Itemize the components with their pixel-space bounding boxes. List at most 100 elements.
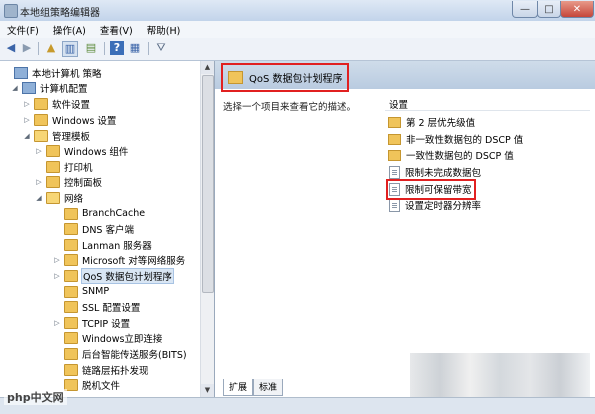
app-icon	[4, 4, 18, 18]
tree-item-label: Microsoft 对等网络服务	[82, 255, 186, 267]
setting-highlight	[386, 179, 476, 200]
tree-item-windows-components[interactable]: ▷ Windows 组件	[34, 143, 128, 158]
scroll-up-arrow-icon[interactable]: ▲	[201, 61, 214, 74]
policy-icon	[389, 198, 400, 212]
collapse-triangle-icon[interactable]: ◢	[22, 132, 32, 140]
tree-item-windows-connect-now[interactable]: Windows立即连接	[52, 330, 162, 345]
folder-icon	[64, 269, 78, 282]
tree-item-label: TCPIP 设置	[82, 318, 131, 330]
forward-arrow-icon[interactable]: ▶	[20, 41, 34, 55]
open-folder-icon	[34, 129, 48, 142]
window-title: 本地组策略编辑器	[20, 8, 100, 19]
tree-item-label: Windows 设置	[52, 115, 117, 127]
column-header-label: 设置	[389, 100, 409, 111]
tree-item-computer-config[interactable]: ◢ 计算机配置	[10, 80, 88, 95]
expand-triangle-icon[interactable]: ▷	[22, 116, 32, 124]
folder-icon	[64, 347, 78, 360]
setting-row[interactable]: 第 2 层优先级值	[385, 114, 475, 130]
tree-item-control-panel[interactable]: ▷ 控制面板	[34, 174, 102, 189]
expand-triangle-icon[interactable]: ▷	[34, 178, 44, 186]
folder-icon	[388, 116, 401, 128]
menu-view[interactable]: 查看(V)	[93, 23, 140, 37]
expand-triangle-icon[interactable]: ▷	[52, 256, 62, 264]
scroll-down-arrow-icon[interactable]: ▼	[201, 384, 214, 397]
up-folder-icon[interactable]: ▲	[44, 41, 58, 55]
folder-icon	[64, 331, 78, 344]
tab-standard[interactable]: 标准	[253, 379, 284, 396]
tree-item-bits[interactable]: 后台智能传送服务(BITS)	[52, 346, 187, 361]
folder-icon	[64, 363, 78, 376]
setting-label: 限制未完成数据包	[405, 168, 482, 179]
tree-item-lanman-server[interactable]: Lanman 服务器	[52, 237, 152, 252]
tree-item-dns-client[interactable]: DNS 客户端	[52, 221, 134, 236]
properties-icon[interactable]: ▦	[128, 41, 142, 55]
tree-item-admin-templates[interactable]: ◢ 管理模板	[22, 128, 90, 143]
tree-item-label: 脱机文件	[82, 380, 121, 392]
tree-item-label: 后台智能传送服务(BITS)	[82, 349, 187, 361]
toolbar: ◀ ▶ ▲ ▥ ▤ ? ▦ ⛛	[0, 38, 595, 61]
setting-row[interactable]: 限制未完成数据包	[385, 164, 481, 180]
tree-item-branchcache[interactable]: BranchCache	[52, 206, 145, 221]
tree-item-snmp[interactable]: SNMP	[52, 284, 109, 299]
menu-help[interactable]: 帮助(H)	[140, 23, 188, 37]
folder-icon	[34, 97, 48, 110]
tree-item-network[interactable]: ◢ 网络	[34, 190, 83, 205]
filter-icon[interactable]: ⛛	[154, 41, 168, 55]
help-icon[interactable]: ?	[110, 41, 124, 55]
folder-icon	[388, 149, 401, 161]
description-text: 选择一个项目来查看它的描述。	[223, 102, 357, 113]
tab-extended[interactable]: 扩展	[223, 379, 254, 396]
tree-item-label: 管理模板	[52, 131, 91, 143]
collapse-triangle-icon[interactable]: ◢	[10, 84, 20, 92]
setting-label: 非一致性数据包的 DSCP 值	[406, 135, 524, 146]
expand-triangle-icon[interactable]: ▷	[52, 272, 62, 280]
collapse-triangle-icon[interactable]: ◢	[34, 194, 44, 202]
toolbar-separator	[104, 42, 105, 55]
folder-icon	[64, 253, 78, 266]
expand-triangle-icon[interactable]: ▷	[22, 100, 32, 108]
status-bar	[0, 397, 595, 414]
tree-item-link-layer[interactable]: 链路层拓扑发现	[52, 362, 149, 377]
tree-item-peer-networking[interactable]: ▷ Microsoft 对等网络服务	[52, 252, 185, 267]
back-arrow-icon[interactable]: ◀	[4, 41, 18, 55]
folder-icon	[46, 144, 60, 157]
header-title: QoS 数据包计划程序	[249, 74, 343, 85]
export-list-icon[interactable]: ▤	[84, 41, 98, 55]
tree-item-label: 打印机	[64, 162, 93, 174]
setting-label: 第 2 层优先级值	[406, 118, 476, 129]
folder-icon	[228, 71, 243, 84]
tree-item-label: 链路层拓扑发现	[82, 365, 149, 377]
header-highlight: QoS 数据包计划程序	[221, 63, 349, 92]
settings-column-header[interactable]: 设置	[385, 95, 590, 111]
menu-action[interactable]: 操作(A)	[46, 23, 93, 37]
tree-scrollbar[interactable]: ▲ ▼	[200, 61, 214, 397]
tree-item-printers[interactable]: 打印机	[34, 159, 93, 174]
window: 本地组策略编辑器 — □ ✕ 文件(F) 操作(A) 查看(V) 帮助(H) ◀…	[0, 0, 595, 414]
tree-item-tcpip[interactable]: ▷ TCPIP 设置	[52, 315, 130, 330]
show-hide-tree-icon[interactable]: ▥	[62, 41, 78, 57]
tree-item-label: QoS 数据包计划程序	[81, 267, 174, 284]
policy-icon	[389, 165, 400, 179]
watermark-logo: php中文网	[4, 389, 67, 405]
tree-item-software-settings[interactable]: ▷ 软件设置	[22, 96, 90, 111]
menu-file[interactable]: 文件(F)	[0, 23, 46, 37]
tree-item-label: Lanman 服务器	[82, 240, 152, 252]
setting-row[interactable]: 非一致性数据包的 DSCP 值	[385, 131, 523, 147]
setting-row[interactable]: 一致性数据包的 DSCP 值	[385, 147, 514, 163]
tree-item-label: Windows立即连接	[82, 333, 163, 345]
setting-label: 一致性数据包的 DSCP 值	[406, 151, 514, 162]
folder-icon	[64, 207, 78, 220]
tree-pane: 本地计算机 策略 ◢ 计算机配置 ▷ 软件设置 ▷ Windows 设置 ◢ 管…	[0, 61, 215, 397]
scroll-thumb[interactable]	[202, 75, 214, 293]
minimize-button[interactable]: —	[512, 1, 538, 18]
expand-triangle-icon[interactable]: ▷	[34, 147, 44, 155]
close-button[interactable]: ✕	[560, 1, 594, 18]
blurred-area	[410, 353, 590, 397]
tree-item-local-policy[interactable]: 本地计算机 策略	[2, 65, 102, 80]
expand-triangle-icon[interactable]: ▷	[52, 319, 62, 327]
tree-item-qos[interactable]: ▷ QoS 数据包计划程序	[52, 267, 174, 284]
tree-item-ssl-config[interactable]: SSL 配置设置	[52, 299, 140, 314]
folder-icon	[64, 238, 78, 251]
maximize-button[interactable]: □	[537, 1, 561, 18]
tree-item-windows-settings[interactable]: ▷ Windows 设置	[22, 112, 116, 127]
